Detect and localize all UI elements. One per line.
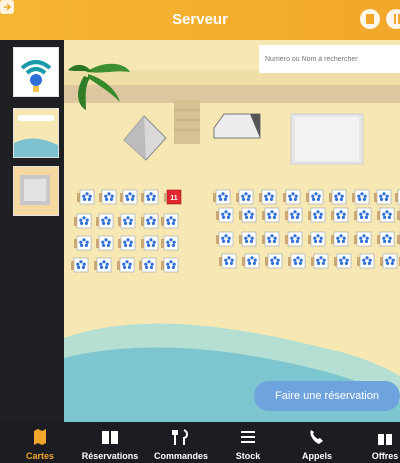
fork-knife-icon: [394, 14, 400, 24]
umbrella-spot[interactable]: [161, 213, 179, 229]
nav-stock[interactable]: Stock: [213, 422, 283, 463]
umbrella-spot[interactable]: [288, 253, 306, 269]
beach-map[interactable]: 11 Faire une réservation: [64, 40, 400, 422]
building-icon: [290, 113, 364, 165]
umbrella-spot[interactable]: [139, 257, 157, 273]
umbrella-spot[interactable]: [377, 231, 395, 247]
umbrella-number: 11: [170, 195, 178, 202]
umbrella-grid[interactable]: 11: [71, 189, 400, 273]
phone-icon: [310, 430, 323, 444]
exit-icon: [4, 3, 11, 11]
umbrella-spot[interactable]: [219, 253, 237, 269]
umbrella-spot[interactable]: [213, 189, 231, 205]
umbrella-spot[interactable]: [262, 231, 280, 247]
tent-icon: [123, 115, 167, 161]
nav-label: Commandes: [153, 451, 208, 461]
umbrella-spot[interactable]: [96, 235, 114, 251]
notebook-icon: [366, 14, 374, 24]
beach-map-icon: [14, 109, 58, 157]
umbrella-spot[interactable]: [311, 253, 329, 269]
nav-cartes[interactable]: Cartes: [5, 422, 75, 463]
umbrella-spot[interactable]: [118, 213, 136, 229]
map-list-sidebar: [0, 40, 64, 422]
beach-map-canvas: 11: [64, 63, 400, 422]
map-thumbnail-1[interactable]: [13, 47, 59, 97]
umbrella-spot[interactable]: [357, 253, 375, 269]
umbrella-spot[interactable]: [265, 253, 283, 269]
bottom-navigation: Cartes Réservations Commandes Stock Appe…: [0, 422, 400, 463]
nav-label: Réservations: [81, 451, 139, 461]
umbrella-spot[interactable]: [354, 231, 372, 247]
umbrella-spot[interactable]: [161, 235, 179, 251]
umbrella-spot[interactable]: [374, 189, 392, 205]
page-title: Serveur: [172, 11, 228, 28]
umbrella-spot[interactable]: [259, 189, 277, 205]
reserved-umbrella[interactable]: 11: [164, 189, 182, 205]
umbrella-spot[interactable]: [308, 207, 326, 223]
umbrella-spot[interactable]: [285, 207, 303, 223]
umbrella-spot[interactable]: [306, 189, 324, 205]
terrace-map-icon: [14, 167, 58, 215]
map-icon: [34, 429, 46, 445]
umbrella-spot[interactable]: [117, 257, 135, 273]
kiosk-icon: [213, 113, 261, 139]
umbrella-spot[interactable]: [120, 189, 138, 205]
notebook-button[interactable]: [360, 9, 380, 29]
umbrella-spot[interactable]: [141, 235, 159, 251]
menu-button[interactable]: [386, 9, 400, 29]
umbrella-spot[interactable]: [216, 207, 234, 223]
umbrella-spot[interactable]: [118, 235, 136, 251]
app-window: Serveur 11 Numéro ou Nom à rechercher Fa…: [0, 0, 400, 463]
umbrella-spot[interactable]: [74, 213, 92, 229]
umbrella-spot[interactable]: [239, 231, 257, 247]
umbrella-spot[interactable]: [380, 253, 398, 269]
search-input[interactable]: [259, 45, 400, 73]
umbrella-spot[interactable]: [352, 189, 370, 205]
umbrella-spot[interactable]: [141, 189, 159, 205]
umbrella-spot[interactable]: [262, 207, 280, 223]
nav-label: Appels: [301, 451, 332, 461]
umbrella-spot[interactable]: [377, 207, 395, 223]
umbrella-spot[interactable]: [242, 253, 260, 269]
wifi-logo-icon: [14, 48, 58, 96]
umbrella-spot[interactable]: [283, 189, 301, 205]
umbrella-spot[interactable]: [236, 189, 254, 205]
list-icon: [241, 431, 255, 443]
nav-label: Cartes: [25, 451, 54, 461]
umbrella-spot[interactable]: [329, 189, 347, 205]
umbrella-spot[interactable]: [331, 231, 349, 247]
header-bar: Serveur: [0, 0, 400, 40]
umbrella-spot[interactable]: [161, 257, 179, 273]
map-thumbnail-2[interactable]: [13, 108, 59, 158]
umbrella-spot[interactable]: [285, 231, 303, 247]
make-reservation-button[interactable]: Faire une réservation: [254, 381, 400, 411]
umbrella-spot[interactable]: [216, 231, 234, 247]
fork-knife-icon: [172, 429, 188, 445]
umbrella-spot[interactable]: [354, 207, 372, 223]
map-thumbnail-3[interactable]: [13, 166, 59, 216]
umbrella-spot[interactable]: [74, 235, 92, 251]
umbrella-spot[interactable]: [99, 189, 117, 205]
umbrella-spot[interactable]: [94, 257, 112, 273]
book-icon: [102, 431, 118, 444]
umbrella-spot[interactable]: [77, 189, 95, 205]
stairs-icon: [174, 100, 200, 144]
umbrella-spot[interactable]: [331, 207, 349, 223]
umbrella-spot[interactable]: [141, 213, 159, 229]
umbrella-spot[interactable]: [395, 189, 400, 205]
nav-reservations[interactable]: Réservations: [75, 422, 145, 463]
nav-commandes[interactable]: Commandes: [146, 422, 216, 463]
nav-offres[interactable]: Offres: [350, 422, 400, 463]
umbrella-spot[interactable]: [71, 257, 89, 273]
gift-icon: [378, 431, 392, 445]
nav-appels[interactable]: Appels: [282, 422, 352, 463]
nav-label: Offres: [371, 451, 399, 461]
umbrella-spot[interactable]: [308, 231, 326, 247]
umbrella-spot[interactable]: [334, 253, 352, 269]
nav-label: Stock: [235, 451, 261, 461]
umbrella-spot[interactable]: [239, 207, 257, 223]
umbrella-spot[interactable]: [96, 213, 114, 229]
